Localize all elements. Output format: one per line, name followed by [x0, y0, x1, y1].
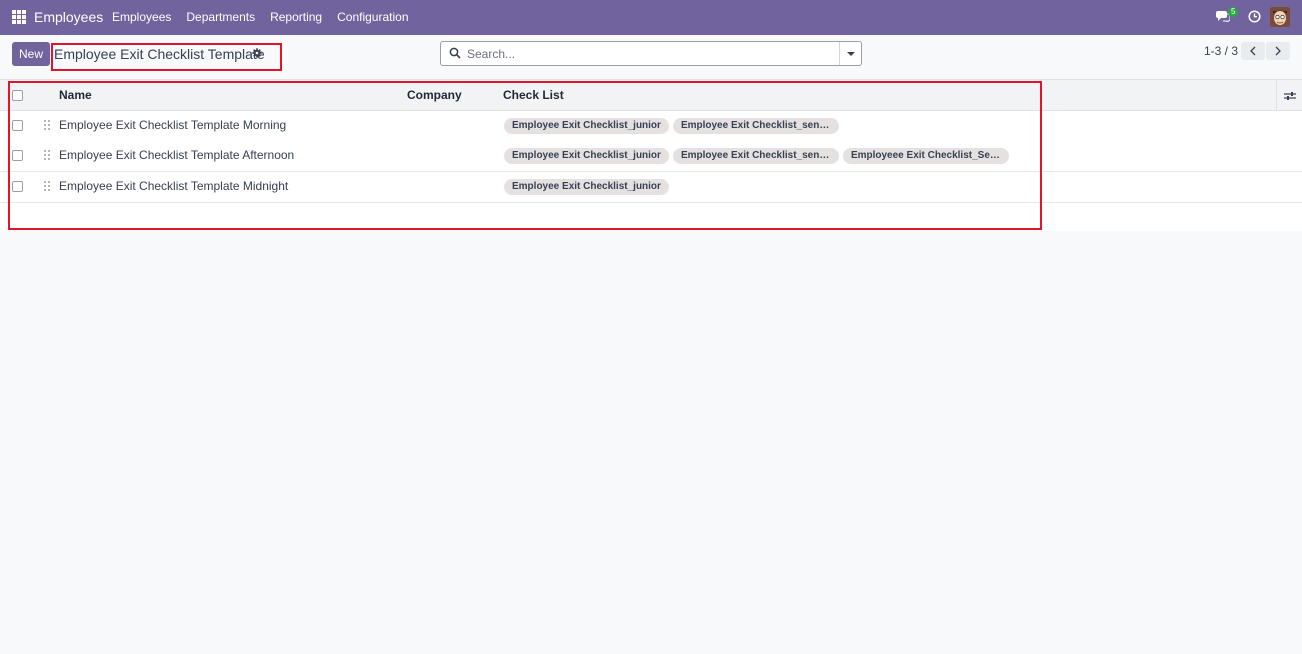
- select-all-checkbox[interactable]: [12, 90, 23, 101]
- column-header-company[interactable]: Company: [407, 88, 462, 102]
- column-header-name[interactable]: Name: [59, 88, 92, 102]
- top-navbar: Employees Employees Departments Reportin…: [0, 0, 1302, 35]
- chevron-right-icon: [1275, 46, 1281, 56]
- menu-item-employees[interactable]: Employees: [112, 10, 171, 24]
- app-grid-icon[interactable]: [12, 10, 26, 24]
- main-menu: Employees Departments Reporting Configur…: [112, 10, 424, 24]
- table-row[interactable]: Employee Exit Checklist Template Midnigh…: [0, 172, 1302, 203]
- cell-name: Employee Exit Checklist Template Afterno…: [59, 148, 295, 162]
- menu-item-reporting[interactable]: Reporting: [270, 10, 322, 24]
- clock-icon[interactable]: [1248, 10, 1261, 23]
- checklist-tag: Employee Exit Checklist_junior: [504, 118, 669, 134]
- search-icon: [449, 47, 461, 59]
- new-button[interactable]: New: [12, 42, 50, 66]
- cell-checklist: Employee Exit Checklist_junior Employee …: [504, 118, 839, 134]
- table-row[interactable]: Employee Exit Checklist Template Morning…: [0, 111, 1302, 142]
- checklist-tag: Employee Exit Checklist_senior: [672, 118, 839, 134]
- drag-handle-icon[interactable]: [43, 119, 51, 131]
- checklist-tag: Employee Exit Checklist_junior: [504, 148, 669, 164]
- table-header: Name Company Check List: [0, 80, 1302, 111]
- drag-handle-icon[interactable]: [43, 180, 51, 192]
- app-brand[interactable]: Employees: [34, 9, 103, 25]
- search-options-toggle[interactable]: [839, 42, 861, 65]
- checklist-tag: Employeee Exit Checklist_Seni...: [842, 148, 1009, 164]
- menu-item-configuration[interactable]: Configuration: [337, 10, 408, 24]
- row-checkbox[interactable]: [12, 181, 23, 192]
- menu-item-departments[interactable]: Departments: [186, 10, 255, 24]
- checklist-tag: Employee Exit Checklist_senior: [672, 148, 839, 164]
- pager-value[interactable]: 1-3 / 3: [1204, 44, 1238, 58]
- page-title: Employee Exit Checklist Template: [54, 46, 265, 62]
- chevron-left-icon: [1250, 46, 1256, 56]
- list-view: Name Company Check List Employee Exit Ch…: [0, 79, 1302, 231]
- cell-name: Employee Exit Checklist Template Morning: [59, 118, 287, 132]
- search-input[interactable]: [467, 45, 833, 62]
- pager-previous-button[interactable]: [1241, 42, 1265, 60]
- cell-name: Employee Exit Checklist Template Midnigh…: [59, 179, 289, 193]
- row-checkbox[interactable]: [12, 120, 23, 131]
- gear-icon[interactable]: [252, 48, 262, 58]
- row-checkbox[interactable]: [12, 150, 23, 161]
- pager-next-button[interactable]: [1266, 42, 1290, 60]
- chat-badge: 5: [1228, 7, 1239, 17]
- column-header-checklist[interactable]: Check List: [503, 88, 564, 102]
- caret-down-icon: [846, 51, 855, 56]
- optional-columns-toggle[interactable]: [1276, 80, 1302, 111]
- sliders-icon: [1283, 91, 1296, 100]
- table-row[interactable]: Employee Exit Checklist Template Afterno…: [0, 141, 1302, 172]
- checklist-tag: Employee Exit Checklist_junior: [504, 179, 669, 195]
- cell-checklist: Employee Exit Checklist_junior: [504, 179, 669, 195]
- drag-handle-icon[interactable]: [43, 149, 51, 161]
- user-avatar[interactable]: [1270, 7, 1290, 27]
- cell-checklist: Employee Exit Checklist_junior Employee …: [504, 148, 1009, 164]
